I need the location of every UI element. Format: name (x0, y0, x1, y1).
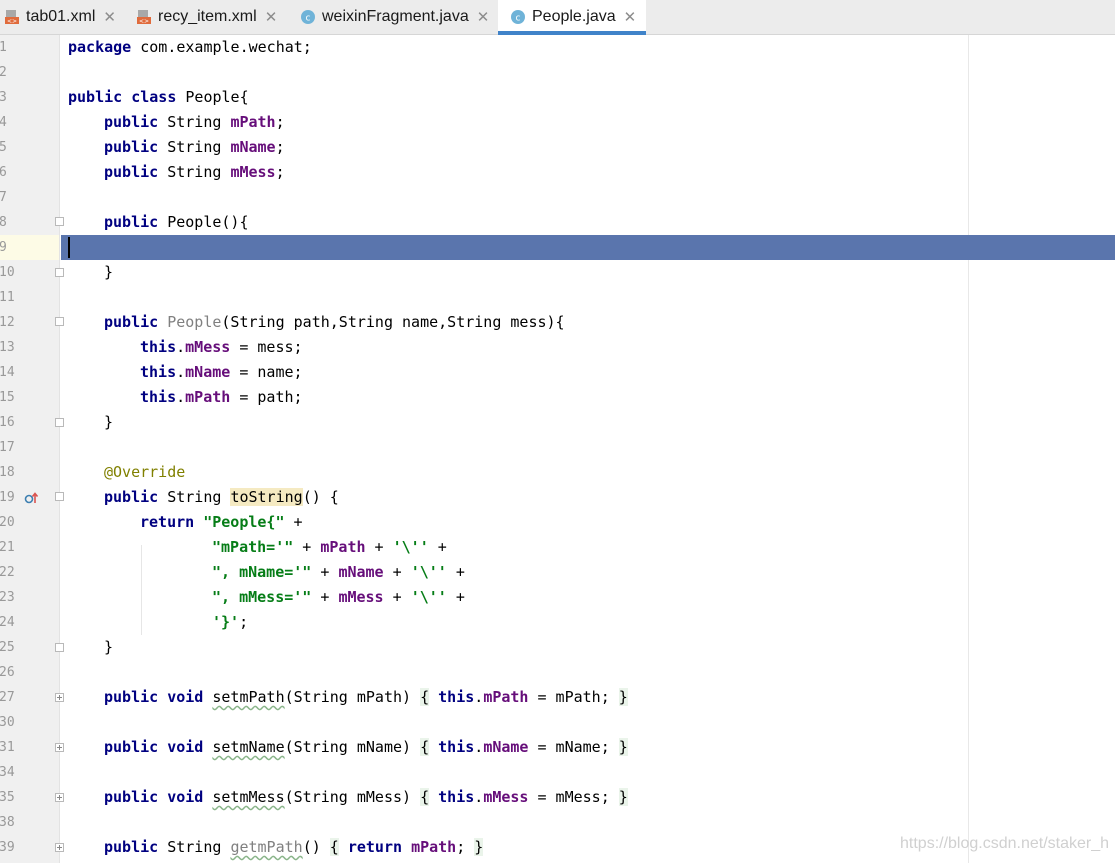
line-number: 19 (0, 490, 15, 505)
line-number: 20 (0, 515, 15, 530)
code-line-13: this.mMess = mess; (140, 338, 303, 356)
tab-label: weixinFragment.java (322, 8, 469, 25)
line-number-gutter[interactable]: 1 2 3 4 5 6 7 8 9 10 11 12 13 14 15 16 1… (0, 35, 64, 863)
code-line-3: public class People{ (68, 88, 249, 106)
line-number: 13 (0, 340, 15, 355)
tab-recy-item-xml[interactable]: <> recy_item.xml ✕ (136, 0, 277, 34)
tab-label: People.java (532, 8, 616, 25)
svg-text:c: c (516, 14, 521, 24)
line-number: 31 (0, 740, 15, 755)
line-number: 35 (0, 790, 15, 805)
line-number: 21 (0, 540, 15, 555)
line-number: 39 (0, 840, 15, 855)
code-line-25: } (104, 638, 114, 656)
code-line-24: '}'; (212, 613, 249, 631)
code-line-15: this.mPath = path; (140, 388, 303, 406)
line-number: 34 (0, 765, 15, 780)
line-number: 25 (0, 640, 15, 655)
line-number: 23 (0, 590, 15, 605)
code-line-12: public People(String path,String name,St… (104, 313, 565, 331)
tab-label: tab01.xml (26, 8, 96, 25)
code-line-18: @Override (104, 463, 186, 481)
watermark: https://blog.csdn.net/staker_h (900, 835, 1110, 852)
line-number: 7 (0, 190, 7, 205)
java-class-icon: c (510, 9, 526, 25)
line-number: 22 (0, 565, 15, 580)
xml-file-icon: <> (4, 9, 20, 25)
indent-guide (141, 545, 142, 635)
svg-text:<>: <> (7, 18, 17, 25)
current-line-highlight (61, 235, 1115, 260)
line-number: 4 (0, 115, 7, 130)
code-line-31: public void setmName(String mName) { thi… (104, 738, 628, 756)
line-number: 11 (0, 290, 15, 305)
code-line-6: public String mMess; (104, 163, 285, 181)
tab-weixinfragment-java[interactable]: c weixinFragment.java ✕ (300, 0, 489, 34)
close-icon[interactable]: ✕ (103, 8, 116, 26)
code-line-21: "mPath='" + mPath + '\'' + (212, 538, 447, 556)
code-line-23: ", mMess='" + mMess + '\'' + (212, 588, 465, 606)
code-line-8: public People(){ (104, 213, 249, 231)
code-line-39: public String getmPath() { return mPath;… (104, 838, 484, 856)
line-number: 38 (0, 815, 15, 830)
line-number: 1 (0, 40, 7, 55)
svg-text:<>: <> (139, 18, 149, 25)
java-class-icon: c (300, 9, 316, 25)
line-number: 30 (0, 715, 15, 730)
editor-tab-bar: <> tab01.xml ✕ <> recy_item.xml ✕ c weix… (0, 0, 1115, 35)
code-line-16: } (104, 413, 114, 431)
code-line-20: return "People{" + (140, 513, 303, 531)
line-number: 12 (0, 315, 15, 330)
line-number: 26 (0, 665, 15, 680)
override-method-icon[interactable] (24, 490, 39, 509)
code-line-14: this.mName = name; (140, 363, 303, 381)
close-icon[interactable]: ✕ (265, 8, 278, 26)
code-line-10: } (104, 263, 114, 281)
right-margin-guide (968, 35, 969, 863)
xml-file-icon: <> (136, 9, 152, 25)
line-number: 16 (0, 415, 15, 430)
line-number: 6 (0, 165, 7, 180)
code-line-5: public String mName; (104, 138, 285, 156)
code-line-27: public void setmPath(String mPath) { thi… (104, 688, 628, 706)
line-number: 18 (0, 465, 15, 480)
line-number: 5 (0, 140, 7, 155)
code-line-1: package com.example.wechat; (68, 38, 312, 56)
tab-label: recy_item.xml (158, 8, 257, 25)
line-number: 14 (0, 365, 15, 380)
line-number: 10 (0, 265, 15, 280)
code-line-35: public void setmMess(String mMess) { thi… (104, 788, 628, 806)
line-number: 8 (0, 215, 7, 230)
text-caret (68, 237, 70, 258)
tab-people-java[interactable]: c People.java ✕ (498, 0, 647, 35)
line-number-current: 9 (0, 235, 59, 260)
code-line-4: public String mPath; (104, 113, 285, 131)
svg-text:c: c (306, 14, 311, 24)
line-number: 2 (0, 65, 7, 80)
line-number: 3 (0, 90, 7, 105)
code-editor[interactable]: package com.example.wechat; public class… (61, 35, 1115, 863)
close-icon[interactable]: ✕ (624, 8, 637, 26)
code-line-22: ", mName='" + mName + '\'' + (212, 563, 465, 581)
tab-tab01-xml[interactable]: <> tab01.xml ✕ (4, 0, 116, 34)
line-number: 27 (0, 690, 15, 705)
code-line-19: public String toString() { (104, 488, 339, 506)
line-number: 15 (0, 390, 15, 405)
line-number: 24 (0, 615, 15, 630)
line-number: 17 (0, 440, 15, 455)
close-icon[interactable]: ✕ (477, 8, 490, 26)
